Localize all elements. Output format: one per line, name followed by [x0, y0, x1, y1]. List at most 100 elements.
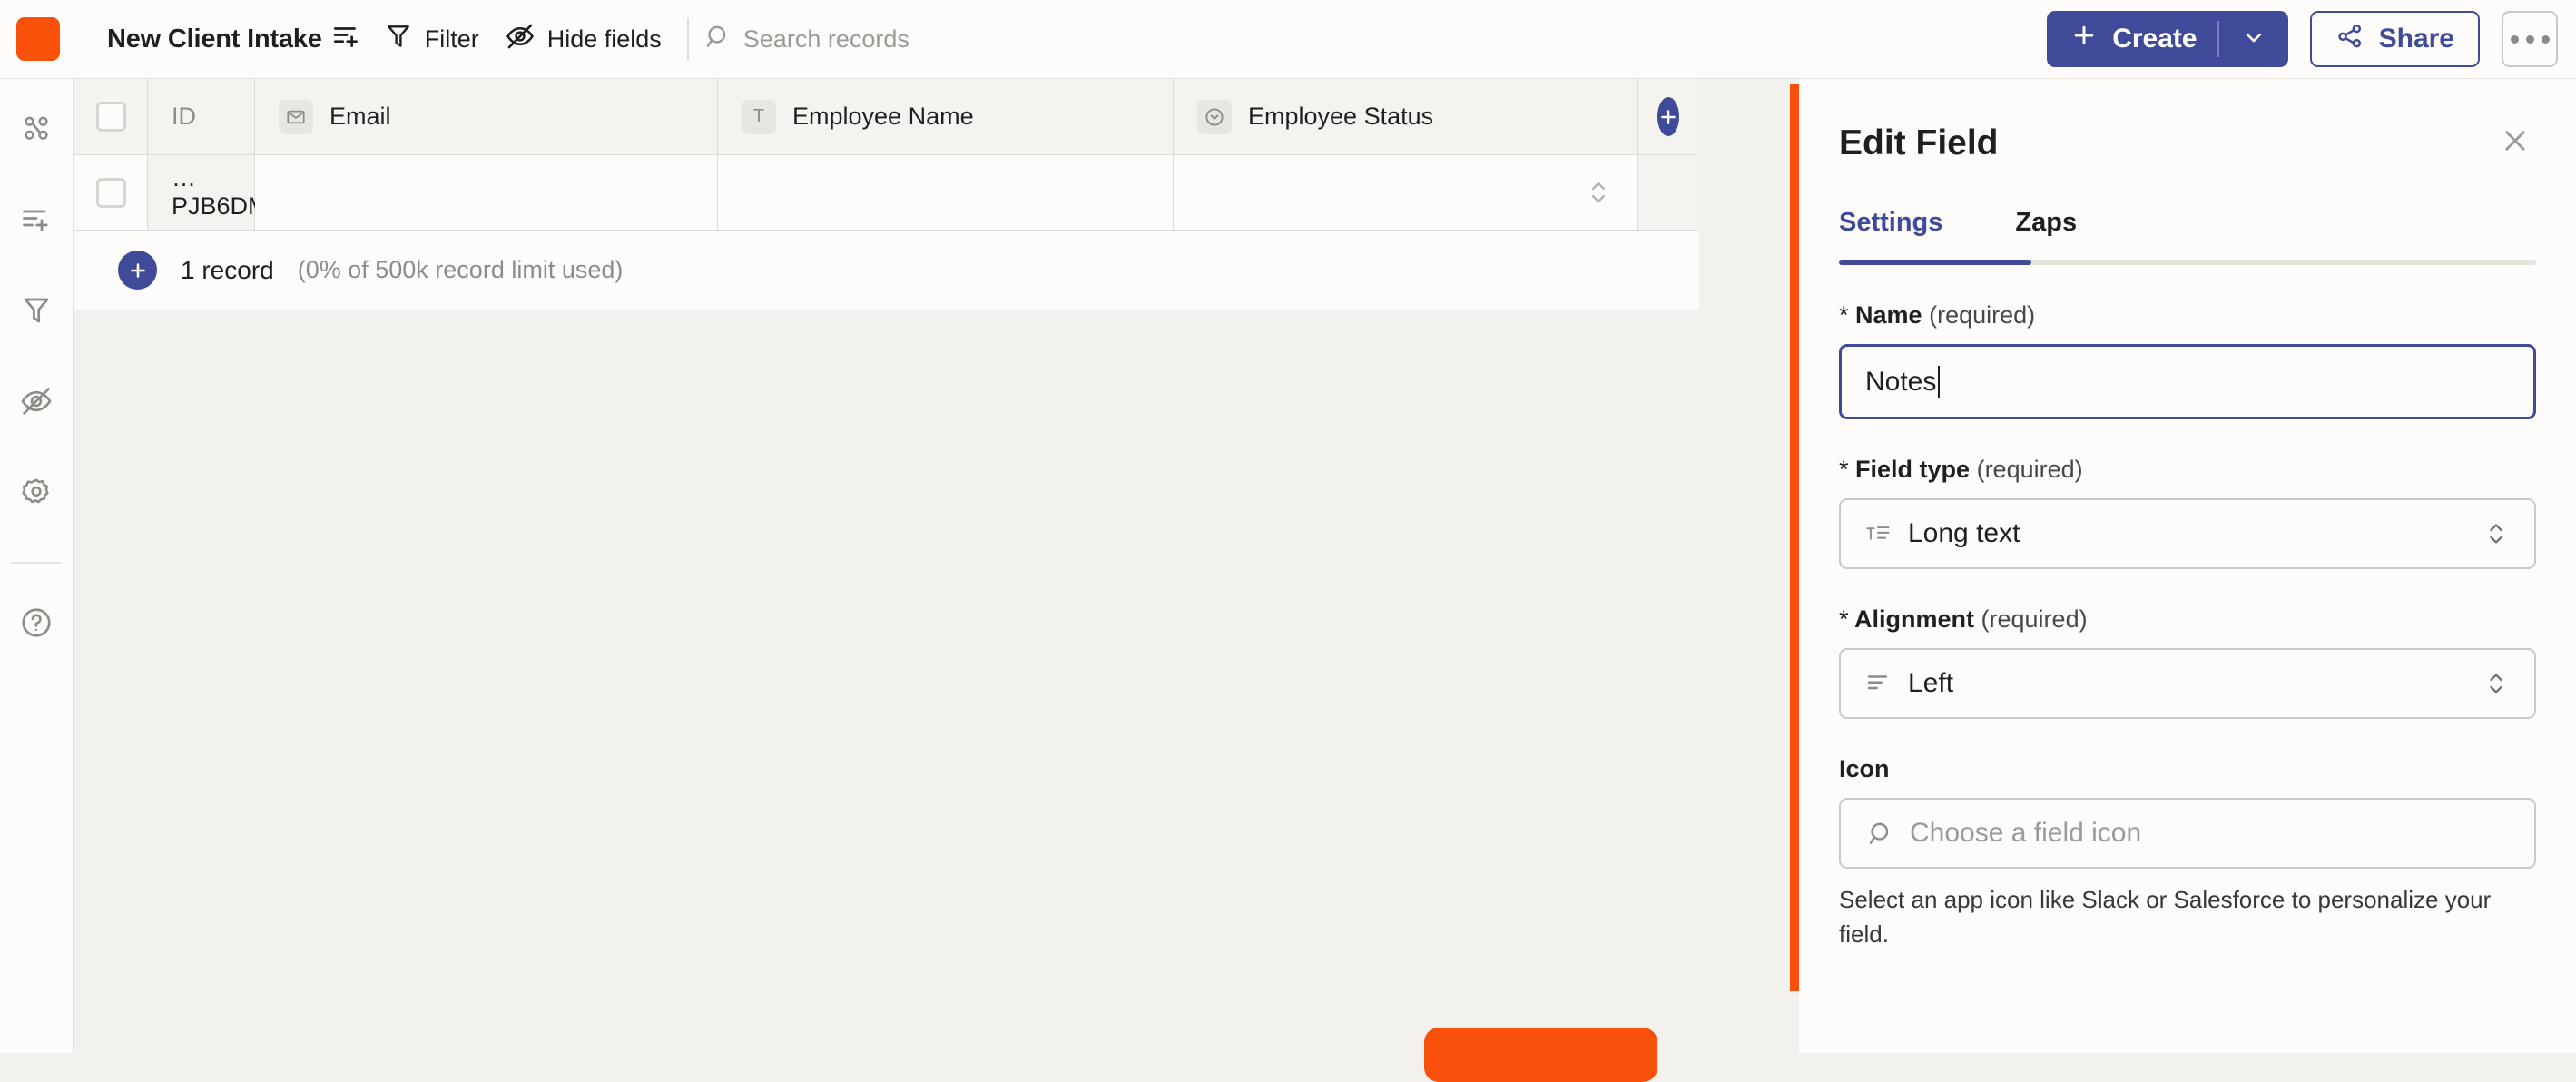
search-icon [1864, 819, 1893, 848]
cell-employee-name[interactable] [718, 155, 1174, 231]
filter-label: Filter [424, 25, 479, 53]
field-type-select[interactable]: Long text [1839, 498, 2536, 569]
stepper-icon[interactable] [1585, 174, 1612, 211]
column-header-employee-status[interactable]: Employee Status [1174, 79, 1638, 155]
alignment-label-text: Alignment [1854, 605, 1975, 633]
page-title: New Client Intake [107, 24, 322, 54]
share-button[interactable]: Share [2309, 11, 2480, 67]
sidebar-item-filter[interactable] [10, 286, 63, 339]
close-button[interactable] [2494, 120, 2536, 166]
create-label: Create [2112, 24, 2197, 54]
floating-action-pill[interactable] [1424, 1028, 1657, 1082]
share-label: Share [2378, 24, 2454, 54]
required-star: * [1839, 605, 1849, 633]
ellipsis-dot [2541, 34, 2550, 44]
filter-icon [384, 22, 413, 57]
record-count: 1 record [181, 255, 274, 284]
row-select-checkbox-cell[interactable] [74, 155, 148, 231]
record-limit: (0% of 500k record limit used) [297, 256, 624, 283]
edit-field-panel: Edit Field Settings Zaps * Name (require… [1799, 79, 2576, 1053]
column-header-label: Employee Name [792, 103, 974, 130]
sidebar-item-automations[interactable] [10, 104, 63, 157]
app-logo[interactable] [16, 17, 60, 61]
name-input-value: Notes [1865, 366, 1937, 397]
select-all-checkbox-cell[interactable] [74, 79, 148, 155]
row-select-checkbox[interactable] [95, 177, 126, 208]
table-row: …PJB6DM3 [74, 155, 1699, 231]
create-button[interactable]: Create [2047, 11, 2288, 67]
plus-icon [2070, 22, 2098, 56]
automations-icon [20, 113, 53, 150]
cell-id[interactable]: …PJB6DM3 [148, 155, 282, 231]
field-type-label-text: Field type [1855, 456, 1971, 483]
alignment-block: * Alignment (required) Left [1839, 605, 2536, 719]
align-left-icon [1864, 670, 1892, 697]
icon-field-label: Icon [1839, 755, 1890, 782]
tab-settings[interactable]: Settings [1839, 208, 1942, 265]
search-icon [702, 22, 731, 57]
alignment-required-hint: (required) [1981, 605, 2088, 633]
field-icon-picker[interactable]: Choose a field icon [1839, 798, 2536, 869]
name-required-hint: (required) [1929, 301, 2036, 329]
icon-field-helper-text: Select an app icon like Slack or Salesfo… [1839, 886, 2492, 948]
sidebar-item-help[interactable] [10, 598, 63, 651]
tab-zaps[interactable]: Zaps [2015, 208, 2077, 265]
alignment-label: * Alignment (required) [1839, 605, 2536, 634]
search-records-input[interactable]: Search records [702, 14, 928, 64]
required-star: * [1839, 456, 1849, 483]
filter-button[interactable]: Filter [371, 14, 492, 64]
top-toolbar: New Client Intake Filter Hide fields Sea… [0, 0, 2576, 79]
field-icon-placeholder: Choose a field icon [1910, 818, 2142, 848]
sort-icon [331, 21, 362, 58]
grid-header-row: ID Email T Employee Name Employee Status [74, 79, 1699, 155]
alignment-select[interactable]: Left [1839, 648, 2536, 719]
sidebar-item-settings[interactable] [10, 467, 63, 520]
field-type-required-hint: (required) [1976, 456, 2083, 483]
column-header-email[interactable]: Email [255, 79, 718, 155]
search-placeholder: Search records [742, 25, 909, 53]
create-button-main[interactable]: Create [2047, 22, 2217, 56]
left-sidebar [0, 79, 74, 1053]
sidebar-item-sort[interactable] [10, 195, 63, 248]
cell-employee-status[interactable] [1174, 155, 1638, 231]
add-record-button[interactable] [118, 251, 157, 290]
column-header-label: ID [172, 103, 196, 130]
required-star: * [1839, 301, 1849, 329]
toolbar-divider [686, 18, 689, 60]
hide-fields-icon [19, 384, 54, 423]
select-all-checkbox[interactable] [95, 102, 126, 132]
hide-fields-label: Hide fields [546, 25, 662, 53]
close-icon [2500, 125, 2531, 161]
record-summary-row: 1 record (0% of 500k record limit used) [74, 231, 1699, 310]
column-header-label: Email [329, 103, 391, 130]
alignment-value: Left [1908, 668, 1954, 698]
name-input[interactable]: Notes [1839, 344, 2536, 419]
help-icon [19, 605, 54, 644]
select-stepper-icon [2483, 516, 2509, 551]
more-options-button[interactable] [2502, 11, 2558, 67]
add-field-button[interactable] [1638, 79, 1697, 155]
column-header-label: Employee Status [1248, 103, 1434, 130]
filter-icon [20, 294, 53, 331]
sort-icon [20, 203, 53, 241]
name-field-label: * Name (required) [1839, 301, 2536, 330]
create-dropdown-toggle[interactable] [2219, 25, 2288, 54]
long-text-type-icon [1864, 520, 1892, 547]
field-type-label: * Field type (required) [1839, 456, 2536, 484]
sidebar-divider [11, 562, 62, 564]
field-type-value: Long text [1908, 518, 2020, 548]
text-caret [1938, 365, 1941, 398]
hide-fields-icon [505, 21, 536, 58]
plus-icon [1657, 97, 1679, 136]
cell-email[interactable] [255, 155, 718, 231]
icon-field-block: Icon Choose a field icon Select an app i… [1839, 755, 2536, 951]
records-grid: ID Email T Employee Name Employee Status [74, 79, 1699, 310]
column-header-id[interactable]: ID [148, 79, 255, 155]
sidebar-item-hide-fields[interactable] [10, 377, 63, 429]
envelope-icon [279, 99, 313, 134]
column-header-employee-name[interactable]: T Employee Name [718, 79, 1174, 155]
hide-fields-button[interactable]: Hide fields [492, 14, 674, 64]
panel-title: Edit Field [1839, 123, 1999, 162]
sort-button[interactable] [322, 14, 371, 64]
text-type-icon: T [742, 99, 776, 134]
